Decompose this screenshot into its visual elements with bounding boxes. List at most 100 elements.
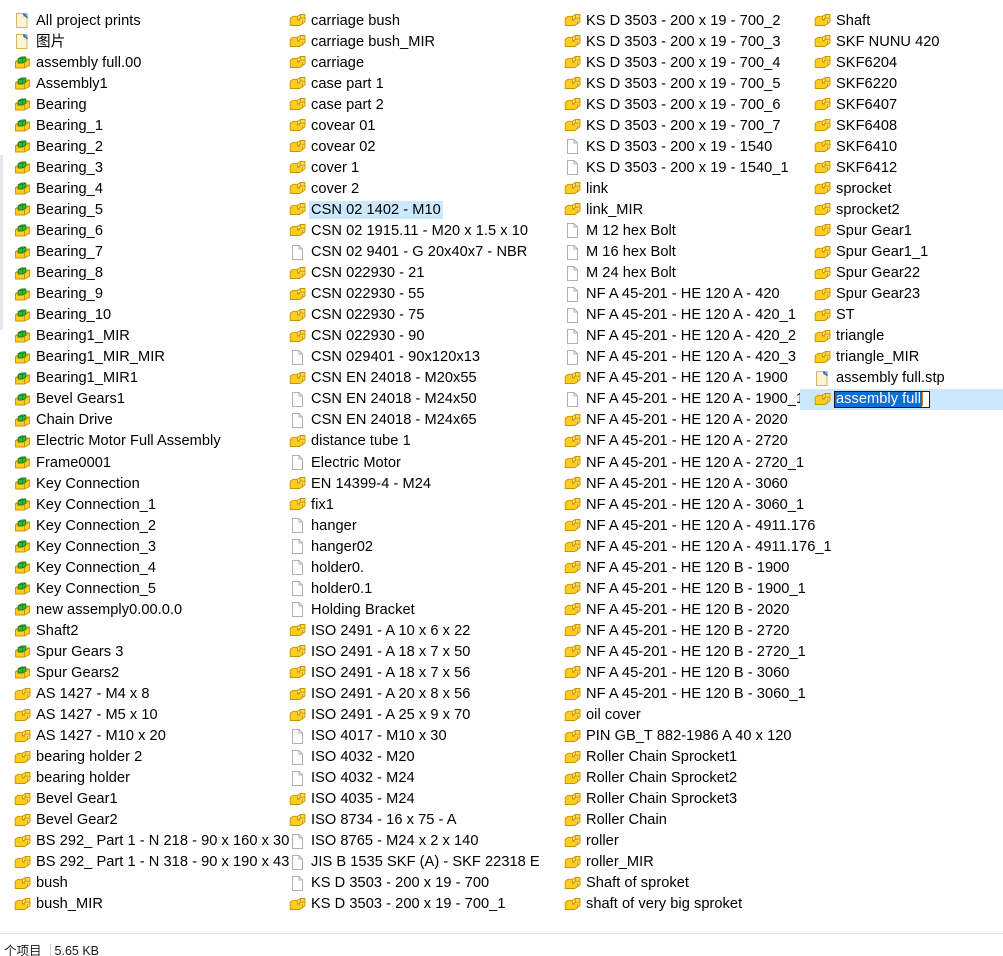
file-item[interactable]: Spur Gear1 [800,220,1003,241]
file-item[interactable]: bush_MIR [0,894,275,915]
file-item[interactable]: shaft of very big sproket [550,894,800,915]
file-item[interactable]: ISO 4017 - M10 x 30 [275,726,500,747]
file-item[interactable]: Shaft of sproket [550,873,800,894]
file-item[interactable]: Key Connection_5 [0,578,275,599]
file-item[interactable]: hanger02 [275,536,500,557]
file-item[interactable]: CSN EN 24018 - M24x50 [275,389,500,410]
file-item[interactable]: Bearing_9 [0,284,275,305]
file-item[interactable]: SKF6412 [800,157,1003,178]
file-item[interactable]: Bearing_10 [0,305,275,326]
file-item[interactable]: M 16 hex Bolt [550,242,800,263]
file-item[interactable]: KS D 3503 - 200 x 19 - 700 [275,873,500,894]
file-item[interactable]: Bearing [0,94,275,115]
file-item[interactable]: Bevel Gear2 [0,810,275,831]
file-item[interactable]: CSN 022930 - 75 [275,305,500,326]
file-item[interactable]: NF A 45-201 - HE 120 A - 1900 [550,368,800,389]
file-item[interactable]: Bearing1_MIR1 [0,368,275,389]
file-item[interactable]: ISO 2491 - A 25 x 9 x 70 [275,705,500,726]
file-item[interactable]: assembly full.stp [800,368,1003,389]
file-item[interactable]: AS 1427 - M4 x 8 [0,684,275,705]
file-item[interactable]: Frame0001 [0,452,275,473]
file-item[interactable]: triangle [800,326,1003,347]
file-item[interactable]: hanger [275,515,500,536]
file-item[interactable]: Bearing_7 [0,242,275,263]
file-item[interactable]: CSN 022930 - 55 [275,284,500,305]
file-item[interactable]: fix1 [275,494,500,515]
file-item[interactable]: Bevel Gears1 [0,389,275,410]
file-item[interactable]: CSN EN 24018 - M24x65 [275,410,500,431]
file-item[interactable]: Spur Gear23 [800,284,1003,305]
file-item[interactable]: ISO 2491 - A 10 x 6 x 22 [275,620,500,641]
file-item[interactable]: KS D 3503 - 200 x 19 - 700_4 [550,52,800,73]
file-item[interactable]: NF A 45-201 - HE 120 B - 2720 [550,620,800,641]
file-item[interactable]: Electric Motor [275,452,500,473]
file-item[interactable]: Bearing_1 [0,115,275,136]
file-item[interactable]: PIN GB_T 882-1986 A 40 x 120 [550,726,800,747]
file-item[interactable]: Bearing_3 [0,157,275,178]
file-item[interactable]: KS D 3503 - 200 x 19 - 1540 [550,136,800,157]
file-item[interactable]: KS D 3503 - 200 x 19 - 700_5 [550,73,800,94]
file-item[interactable]: link [550,178,800,199]
file-item[interactable]: SKF6410 [800,136,1003,157]
file-item[interactable]: bearing holder 2 [0,747,275,768]
file-item[interactable]: CSN 02 1915.11 - M20 x 1.5 x 10 [275,220,528,241]
file-item[interactable]: covear 01 [275,115,500,136]
file-item[interactable]: SKF6408 [800,115,1003,136]
file-item[interactable]: roller_MIR [550,852,800,873]
file-item[interactable]: sprocket2 [800,199,1003,220]
file-item[interactable]: M 24 hex Bolt [550,263,800,284]
file-item[interactable]: sprocket [800,178,1003,199]
file-item[interactable]: NF A 45-201 - HE 120 A - 1900_1 [550,389,804,410]
file-item[interactable]: ISO 2491 - A 18 x 7 x 50 [275,641,500,662]
file-item[interactable]: NF A 45-201 - HE 120 B - 2020 [550,599,800,620]
file-item[interactable]: Bearing_5 [0,199,275,220]
file-item[interactable]: Key Connection_2 [0,515,275,536]
file-item[interactable]: Roller Chain [550,810,800,831]
file-item[interactable]: Bearing_4 [0,178,275,199]
file-item[interactable]: Holding Bracket [275,599,500,620]
file-item[interactable]: Key Connection_3 [0,536,275,557]
file-item[interactable]: EN 14399-4 - M24 [275,473,500,494]
file-item[interactable]: case part 1 [275,73,500,94]
file-item[interactable]: Roller Chain Sprocket3 [550,789,800,810]
file-item[interactable]: covear 02 [275,136,500,157]
file-list-grid[interactable]: All project prints 图片 assembly full.00 Asse… [0,10,1003,935]
file-item[interactable]: CSN 022930 - 21 [275,263,500,284]
file-item[interactable]: ST [800,305,1003,326]
file-item[interactable]: NF A 45-201 - HE 120 A - 3060 [550,473,800,494]
file-item-renaming[interactable]: assembly full [800,388,1003,410]
file-item[interactable]: assembly full.00 [0,52,275,73]
file-item[interactable]: Key Connection_1 [0,494,275,515]
file-item[interactable]: KS D 3503 - 200 x 19 - 1540_1 [550,157,800,178]
file-item[interactable]: Spur Gear1_1 [800,242,1003,263]
file-item[interactable]: Chain Drive [0,410,275,431]
file-item[interactable]: KS D 3503 - 200 x 19 - 700_1 [275,894,505,915]
file-item[interactable]: CSN 02 9401 - G 20x40x7 - NBR [275,242,527,263]
rename-input[interactable]: assembly full [834,390,930,408]
file-item[interactable]: NF A 45-201 - HE 120 A - 4911.176_1 [550,536,832,557]
file-item[interactable]: cover 2 [275,178,500,199]
file-item[interactable]: Bearing_2 [0,136,275,157]
file-item[interactable]: Bevel Gear1 [0,789,275,810]
file-item[interactable]: Spur Gears2 [0,662,275,683]
file-item[interactable]: KS D 3503 - 200 x 19 - 700_6 [550,94,800,115]
file-item[interactable]: holder0. [275,557,500,578]
file-item[interactable]: carriage bush_MIR [275,31,500,52]
file-item[interactable]: NF A 45-201 - HE 120 A - 2020 [550,410,800,431]
file-item[interactable]: M 12 hex Bolt [550,220,800,241]
file-item[interactable]: ISO 4032 - M20 [275,747,500,768]
file-item[interactable]: Bearing1_MIR [0,326,275,347]
file-item[interactable]: SKF6220 [800,73,1003,94]
file-item[interactable]: Shaft2 [0,620,275,641]
file-item[interactable]: Bearing1_MIR_MIR [0,347,275,368]
file-item[interactable]: Roller Chain Sprocket1 [550,747,800,768]
file-item[interactable]: NF A 45-201 - HE 120 B - 3060_1 [550,684,806,705]
file-item[interactable]: CSN 02 1402 - M10 [275,199,500,220]
file-item[interactable]: Key Connection_4 [0,557,275,578]
file-item[interactable]: NF A 45-201 - HE 120 B - 1900 [550,557,800,578]
file-item[interactable]: bush [0,873,275,894]
file-item[interactable]: ISO 8734 - 16 x 75 - A [275,810,500,831]
file-item[interactable]: Roller Chain Sprocket2 [550,768,800,789]
file-item[interactable]: SKF6407 [800,94,1003,115]
file-item[interactable]: NF A 45-201 - HE 120 B - 2720_1 [550,641,806,662]
